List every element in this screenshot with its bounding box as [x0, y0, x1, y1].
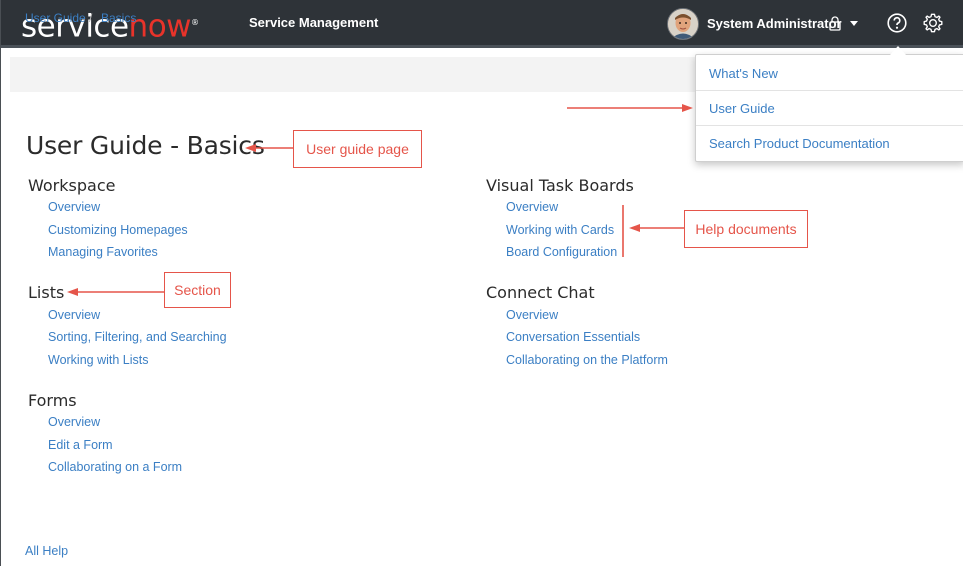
breadcrumb-item-basics[interactable]: Basics	[101, 11, 136, 25]
avatar-image	[668, 9, 698, 39]
section-title-visual-task-boards: Visual Task Boards	[486, 176, 634, 195]
section-title-lists: Lists	[28, 283, 65, 302]
menu-item-search-product-documentation[interactable]: Search Product Documentation	[696, 126, 963, 161]
link-lists-overview[interactable]: Overview	[48, 308, 100, 322]
annotation-user-guide-page: User guide page	[293, 130, 422, 168]
link-conversation-essentials[interactable]: Conversation Essentials	[506, 330, 640, 344]
chevron-down-icon[interactable]	[850, 21, 858, 27]
link-vtb-overview[interactable]: Overview	[506, 200, 558, 214]
logo-trademark: ®	[191, 18, 199, 27]
dropdown-pointer	[890, 46, 906, 55]
link-customizing-homepages[interactable]: Customizing Homepages	[48, 223, 188, 237]
section-title-workspace: Workspace	[28, 176, 116, 195]
annotation-help-documents: Help documents	[684, 210, 808, 248]
section-title-connect-chat: Connect Chat	[486, 283, 595, 302]
link-working-with-cards[interactable]: Working with Cards	[506, 223, 614, 237]
section-title-forms: Forms	[28, 391, 77, 410]
breadcrumb-separator: /	[89, 11, 93, 25]
link-forms-overview[interactable]: Overview	[48, 415, 100, 429]
product-name: Service Management	[249, 15, 379, 30]
top-bar-divider	[1, 45, 963, 48]
help-dropdown-menu: What's New User Guide Search Product Doc…	[695, 54, 963, 162]
logo-text-now: now	[128, 8, 192, 45]
avatar[interactable]	[667, 8, 699, 40]
link-sorting-filtering-searching[interactable]: Sorting, Filtering, and Searching	[48, 330, 227, 344]
menu-item-whats-new[interactable]: What's New	[696, 56, 963, 91]
breadcrumb-item-user-guide[interactable]: User Guide	[25, 11, 86, 25]
link-connect-chat-overview[interactable]: Overview	[506, 308, 558, 322]
link-working-with-lists[interactable]: Working with Lists	[48, 353, 149, 367]
user-name[interactable]: System Administrator	[707, 16, 842, 31]
breadcrumb	[10, 57, 710, 92]
help-icon[interactable]	[887, 13, 907, 33]
annotation-arrowhead	[682, 104, 693, 112]
annotation-arrowhead	[67, 288, 78, 296]
link-collaborating-on-the-platform[interactable]: Collaborating on the Platform	[506, 353, 668, 367]
annotation-arrowhead	[629, 224, 640, 232]
gear-icon[interactable]	[922, 12, 944, 34]
link-managing-favorites[interactable]: Managing Favorites	[48, 245, 158, 259]
all-help-link[interactable]: All Help	[25, 544, 68, 558]
link-edit-a-form[interactable]: Edit a Form	[48, 438, 113, 452]
page-title: User Guide - Basics	[26, 131, 265, 160]
annotation-section: Section	[164, 272, 231, 308]
link-workspace-overview[interactable]: Overview	[48, 200, 100, 214]
link-collaborating-on-a-form[interactable]: Collaborating on a Form	[48, 460, 182, 474]
menu-item-user-guide[interactable]: User Guide	[696, 91, 963, 126]
link-board-configuration[interactable]: Board Configuration	[506, 245, 617, 259]
lock-icon[interactable]	[829, 16, 841, 31]
